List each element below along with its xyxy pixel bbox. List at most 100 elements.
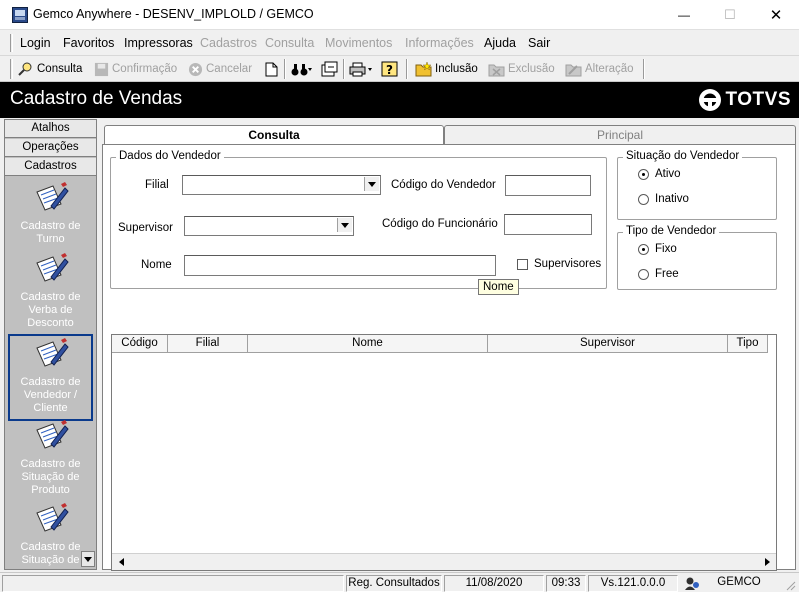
dados-vendedor-legend: Dados do Vendedor (116, 150, 224, 162)
shortcut-label: Cadastro de Verba de Desconto (20, 291, 81, 329)
inclusao-label: Inclusão (435, 63, 478, 75)
exclusao-label: Exclusão (508, 63, 555, 75)
menu-movimentos[interactable]: Movimentos (325, 36, 392, 50)
status-date: 11/08/2020 (444, 575, 544, 592)
menu-bar: Login Favoritos Impressoras Cadastros Co… (0, 30, 799, 56)
radio-ativo[interactable]: Ativo (638, 168, 681, 180)
scroll-right-button[interactable] (759, 555, 775, 569)
filial-dropdown-button[interactable] (364, 177, 379, 191)
status-company: GEMCO (717, 576, 761, 588)
column-header-tipo[interactable]: Tipo (728, 335, 768, 353)
column-header-filial[interactable]: Filial (168, 335, 248, 353)
tipo-vendedor-group (617, 232, 777, 290)
column-header-supervisor[interactable]: Supervisor (488, 335, 728, 353)
horizontal-scrollbar[interactable] (112, 553, 776, 570)
inclusao-button[interactable]: Inclusão (415, 59, 478, 79)
menu-cadastros[interactable]: Cadastros (200, 36, 257, 50)
find-button[interactable] (291, 59, 313, 79)
menu-sair[interactable]: Sair (528, 36, 550, 50)
shortcut-cadastro-turno[interactable]: Cadastro de Turno (9, 182, 92, 246)
export-icon (321, 61, 338, 77)
radio-fixo[interactable]: Fixo (638, 243, 677, 255)
help-button[interactable]: ? (381, 59, 398, 79)
tab-consulta[interactable]: Consulta (104, 125, 444, 145)
shortcut-cadastro-situacao[interactable]: Cadastro de Situação de (9, 503, 92, 567)
toolbar-separator (284, 59, 286, 79)
menu-consulta[interactable]: Consulta (265, 36, 314, 50)
radio-fixo-indicator (638, 243, 649, 255)
status-time: 09:33 (546, 575, 586, 592)
results-grid[interactable]: Código Filial Nome Supervisor Tipo (111, 334, 777, 571)
delete-icon (488, 64, 505, 76)
totvs-logo-icon (698, 89, 721, 111)
tab-principal[interactable]: Principal (444, 125, 796, 145)
shortcut-panel: Atalhos Operações Cadastros Cadastro de … (4, 119, 97, 570)
document-pen-icon (35, 182, 69, 211)
export-button[interactable] (321, 59, 338, 79)
shortcut-label: Cadastro de Situação de Produto (20, 458, 81, 496)
alteracao-label: Alteração (585, 63, 634, 75)
radio-inativo-indicator (638, 193, 649, 205)
status-bar: Reg. Consultados : 11/08/2020 09:33 Vs.1… (0, 572, 799, 592)
document-pen-icon (35, 420, 69, 449)
supervisor-combo[interactable] (184, 216, 354, 236)
radio-free-indicator (638, 268, 649, 280)
status-reg-consultados: Reg. Consultados : (346, 575, 442, 592)
help-icon: ? (381, 61, 398, 77)
search-icon (18, 62, 32, 76)
supervisor-dropdown-button[interactable] (337, 218, 352, 232)
shortcut-cadastro-verba-desconto[interactable]: Cadastro de Verba de Desconto (9, 253, 92, 330)
document-pen-icon (35, 338, 69, 367)
minimize-button[interactable]: — (661, 0, 707, 30)
radio-free[interactable]: Free (638, 268, 679, 280)
filial-combo[interactable] (182, 175, 381, 195)
supervisores-label: Supervisores (534, 258, 602, 270)
scroll-left-button[interactable] (113, 555, 129, 569)
consulta-button[interactable]: Consulta (18, 59, 82, 79)
confirmacao-label: Confirmação (112, 63, 178, 75)
column-header-nome[interactable]: Nome (248, 335, 488, 353)
menu-impressoras[interactable]: Impressoras (124, 36, 193, 50)
window-title: Gemco Anywhere - DESENV_IMPLOLD / GEMCO (33, 7, 314, 21)
tab-operacoes[interactable]: Operações (5, 139, 96, 157)
nome-input[interactable] (184, 255, 496, 276)
svg-text:?: ? (386, 63, 393, 77)
cancelar-button[interactable]: Cancelar (188, 59, 252, 79)
consulta-label: Consulta (37, 63, 83, 75)
codigo-vendedor-input[interactable] (505, 175, 591, 196)
codigo-funcionario-input[interactable] (504, 214, 592, 235)
radio-inativo-label: Inativo (655, 193, 689, 205)
print-button[interactable] (349, 59, 373, 79)
maximize-icon: ☐ (724, 7, 736, 22)
situacao-vendedor-group (617, 157, 777, 220)
page-title: Cadastro de Vendas (10, 88, 183, 109)
tab-atalhos[interactable]: Atalhos (5, 120, 96, 138)
title-bar: Gemco Anywhere - DESENV_IMPLOLD / GEMCO … (0, 0, 799, 30)
scroll-down-button[interactable] (81, 551, 95, 567)
chevron-left-icon (118, 558, 124, 566)
new-document-button[interactable] (265, 59, 278, 79)
menu-favoritos[interactable]: Favoritos (63, 36, 114, 50)
shortcut-cadastro-situacao-produto[interactable]: Cadastro de Situação de Produto (9, 420, 92, 497)
maximize-button[interactable]: ☐ (707, 0, 753, 30)
shortcut-label: Cadastro de Turno (20, 220, 81, 245)
totvs-logo: TOTVS (698, 88, 792, 112)
alteracao-button[interactable]: Alteração (565, 59, 634, 79)
situacao-vendedor-legend: Situação do Vendedor (623, 150, 743, 162)
supervisores-checkbox[interactable] (517, 259, 528, 270)
filial-label: Filial (145, 179, 169, 191)
shortcut-cadastro-vendedor-cliente[interactable]: Cadastro de Vendedor / Cliente (8, 334, 93, 421)
menu-ajuda[interactable]: Ajuda (484, 36, 516, 50)
radio-inativo[interactable]: Inativo (638, 193, 689, 205)
close-button[interactable]: ✕ (753, 0, 799, 30)
exclusao-button[interactable]: Exclusão (488, 59, 555, 79)
menu-login[interactable]: Login (20, 36, 51, 50)
tab-cadastros[interactable]: Cadastros (5, 158, 96, 176)
chevron-right-icon (764, 558, 770, 566)
column-header-codigo[interactable]: Código (112, 335, 168, 353)
minimize-icon: — (678, 8, 690, 22)
resize-grip-icon[interactable] (784, 579, 796, 591)
menu-informacoes[interactable]: Informações (405, 36, 474, 50)
confirmacao-button[interactable]: Confirmação (94, 59, 177, 79)
edit-icon (565, 64, 582, 76)
